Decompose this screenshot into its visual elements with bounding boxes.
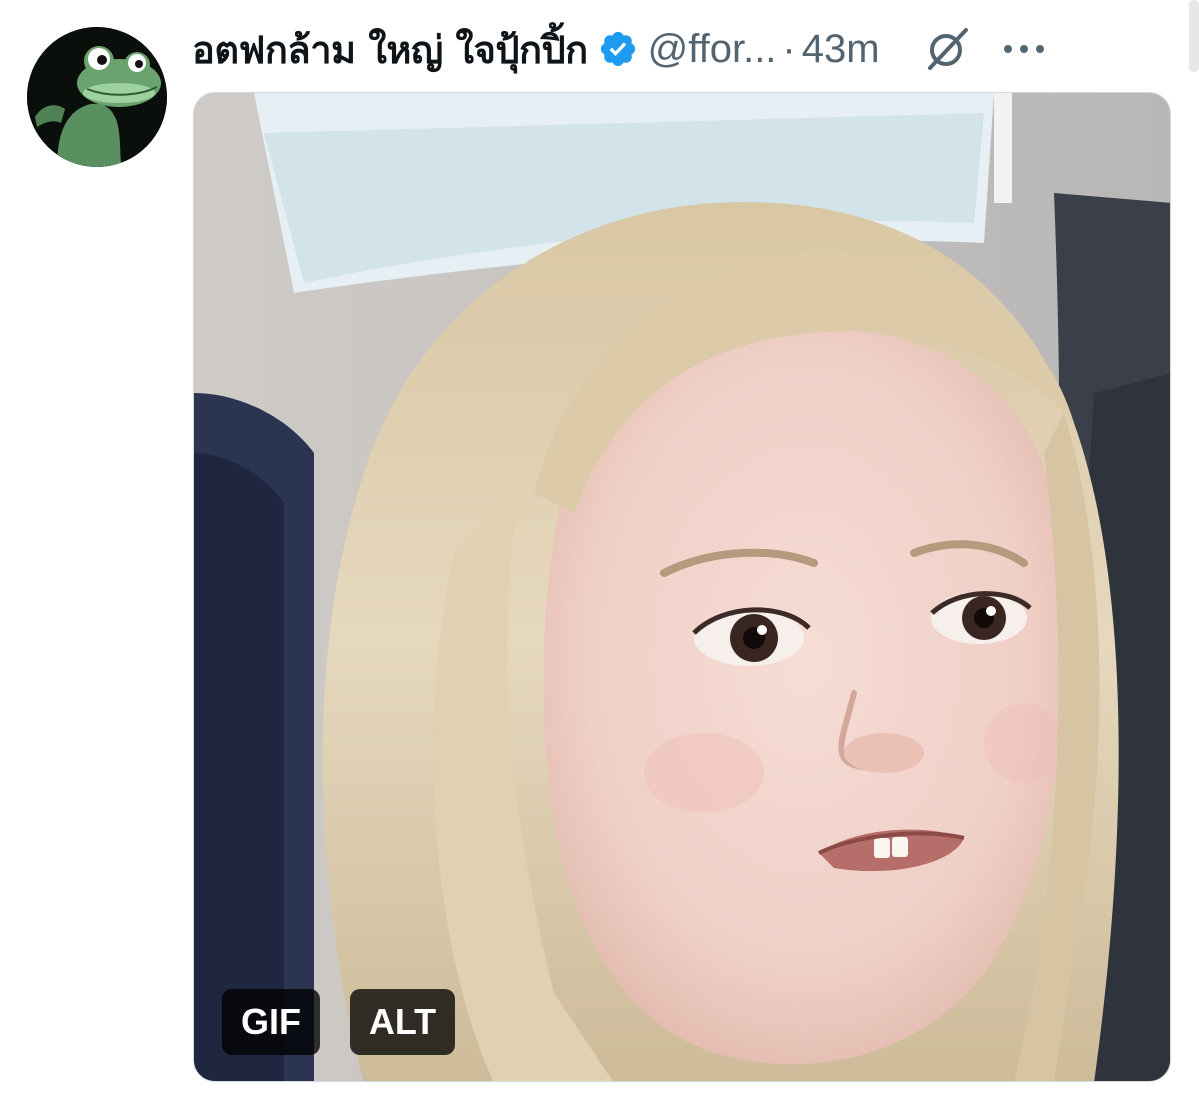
gif-frame-image (194, 93, 1170, 1081)
scrollbar[interactable] (1189, 0, 1199, 72)
tweet-media-gif[interactable]: GIF ALT (193, 92, 1171, 1082)
display-name[interactable]: อตฟกล้าม ใหญ่ ใจปุ้กปิ้ก (192, 19, 588, 80)
frog-avatar-icon (27, 27, 167, 167)
separator-dot: · (782, 26, 796, 71)
verified-badge-icon[interactable] (598, 29, 638, 69)
grok-icon[interactable] (922, 24, 972, 74)
gif-badge[interactable]: GIF (222, 989, 320, 1055)
alt-text-button[interactable]: ALT (350, 989, 455, 1055)
avatar[interactable] (27, 27, 167, 167)
more-options-icon[interactable] (1002, 43, 1046, 55)
handle[interactable]: @ffor... (648, 27, 777, 72)
tweet[interactable]: อตฟกล้าม ใหญ่ ใจปุ้กปิ้ก @ffor... · 43m (0, 0, 1199, 1107)
tweet-header: อตฟกล้าม ใหญ่ ใจปุ้กปิ้ก @ffor... · 43m (192, 18, 1182, 80)
timestamp[interactable]: 43m (802, 27, 880, 72)
